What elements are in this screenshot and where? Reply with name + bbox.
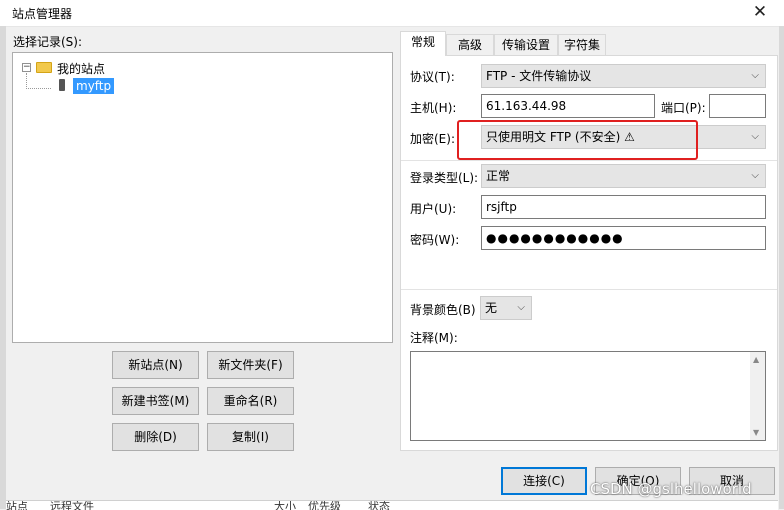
password-label: 密码(W): — [410, 233, 460, 247]
highlight-annotation-box — [457, 120, 698, 160]
divider — [401, 289, 777, 290]
tab-advanced[interactable]: 高级 — [446, 34, 494, 55]
connect-button[interactable]: 连接(C) — [501, 467, 587, 495]
new-folder-button[interactable]: 新文件夹(F) — [207, 351, 294, 379]
bg-color-value: 无 — [485, 301, 498, 315]
chevron-down-icon: ⌵ — [751, 170, 759, 181]
folder-icon — [36, 62, 52, 73]
scroll-up-icon[interactable]: ▲ — [753, 355, 759, 364]
host-input[interactable]: 61.163.44.98 — [481, 94, 655, 118]
window-title: 站点管理器 — [12, 7, 73, 21]
watermark: CSDN @gslhelloworld — [590, 480, 752, 498]
user-label: 用户(U): — [410, 202, 457, 216]
site-icon — [59, 79, 65, 91]
tab-general[interactable]: 常规 — [400, 31, 446, 56]
rename-button[interactable]: 重命名(R) — [207, 387, 294, 415]
tab-charset[interactable]: 字符集 — [558, 34, 606, 55]
tree-line — [26, 73, 28, 89]
collapse-icon[interactable]: − — [22, 63, 31, 72]
password-input[interactable]: ●●●●●●●●●●●● — [481, 226, 766, 250]
site-tree[interactable]: − 我的站点 myftp — [12, 52, 393, 343]
comments-textarea[interactable]: ▲ ▼ — [410, 351, 766, 441]
login-type-value: 正常 — [486, 169, 511, 183]
select-entry-label: 选择记录(S): — [13, 35, 83, 49]
scroll-down-icon[interactable]: ▼ — [753, 428, 759, 437]
title-bar: 站点管理器 ✕ — [0, 0, 784, 27]
host-label: 主机(H): — [410, 101, 457, 115]
delete-button[interactable]: 删除(D) — [112, 423, 199, 451]
new-site-button[interactable]: 新站点(N) — [112, 351, 199, 379]
port-input[interactable] — [709, 94, 766, 118]
port-label: 端口(P): — [661, 101, 706, 115]
comments-label: 注释(M): — [410, 331, 458, 345]
user-input[interactable]: rsjftp — [481, 195, 766, 219]
bg-color-select[interactable]: 无 ⌵ — [480, 296, 532, 320]
divider — [401, 160, 777, 161]
scrollbar[interactable]: ▲ ▼ — [750, 352, 765, 440]
chevron-down-icon: ⌵ — [751, 70, 759, 81]
new-bookmark-button[interactable]: 新建书签(M) — [112, 387, 199, 415]
tree-line — [26, 88, 51, 90]
protocol-value: FTP - 文件传输协议 — [486, 69, 592, 83]
protocol-select[interactable]: FTP - 文件传输协议 ⌵ — [481, 64, 766, 88]
background-window-edge-right — [779, 26, 784, 509]
background-window-edge-left — [0, 26, 6, 509]
tree-root-label[interactable]: 我的站点 — [57, 60, 105, 77]
chevron-down-icon: ⌵ — [751, 131, 759, 142]
login-type-select[interactable]: 正常 ⌵ — [481, 164, 766, 188]
protocol-label: 协议(T): — [410, 70, 455, 84]
login-type-label: 登录类型(L): — [410, 171, 479, 185]
tab-transfer-settings[interactable]: 传输设置 — [494, 34, 558, 55]
encryption-label: 加密(E): — [410, 132, 455, 146]
chevron-down-icon: ⌵ — [517, 302, 525, 313]
close-icon[interactable]: ✕ — [742, 0, 778, 26]
copy-button[interactable]: 复制(I) — [207, 423, 294, 451]
bg-color-label: 背景颜色(B) — [410, 303, 476, 317]
tree-item-myftp[interactable]: myftp — [73, 78, 115, 94]
